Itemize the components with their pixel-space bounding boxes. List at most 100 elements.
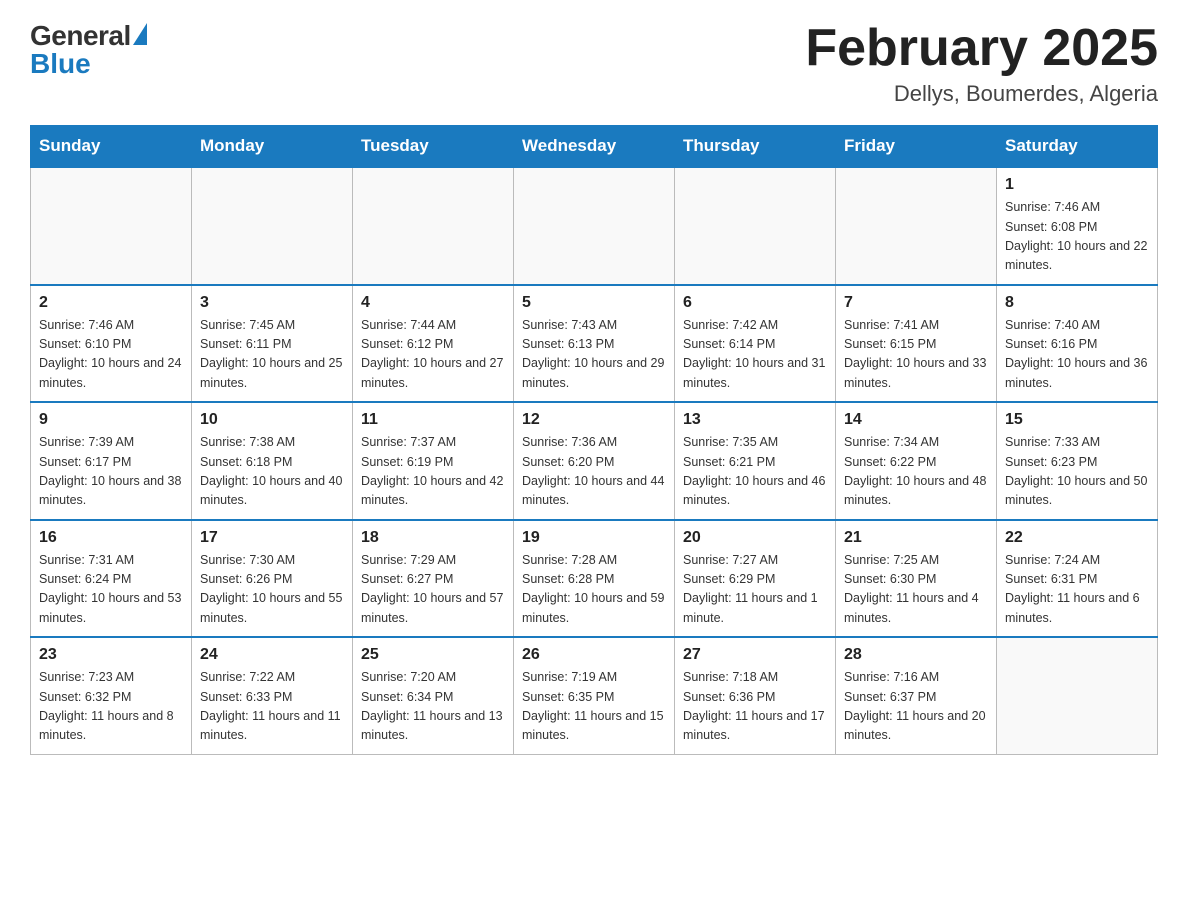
calendar-cell: 20Sunrise: 7:27 AMSunset: 6:29 PMDayligh… <box>675 520 836 638</box>
day-info: Sunrise: 7:20 AMSunset: 6:34 PMDaylight:… <box>361 668 505 746</box>
day-info: Sunrise: 7:28 AMSunset: 6:28 PMDaylight:… <box>522 551 666 629</box>
month-title: February 2025 <box>805 20 1158 77</box>
day-number: 3 <box>200 294 344 312</box>
day-info: Sunrise: 7:34 AMSunset: 6:22 PMDaylight:… <box>844 433 988 511</box>
day-number: 16 <box>39 529 183 547</box>
day-info: Sunrise: 7:46 AMSunset: 6:08 PMDaylight:… <box>1005 198 1149 276</box>
day-number: 28 <box>844 646 988 664</box>
calendar-cell: 19 Sunrise: 7:28 AMSunset: 6:28 PMDayligh… <box>514 520 675 638</box>
calendar-cell <box>997 637 1158 754</box>
day-info: Sunrise: 7:22 AMSunset: 6:33 PMDaylight:… <box>200 668 344 746</box>
day-number: 7 <box>844 294 988 312</box>
day-info: Sunrise: 7:41 AMSunset: 6:15 PMDaylight:… <box>844 316 988 394</box>
calendar-cell: 17 Sunrise: 7:30 AMSunset: 6:26 PMDayligh… <box>192 520 353 638</box>
calendar-week-row: 1 Sunrise: 7:46 AMSunset: 6:08 PMDaylight… <box>31 167 1158 285</box>
day-info: Sunrise: 7:19 AMSunset: 6:35 PMDaylight:… <box>522 668 666 746</box>
day-number: 8 <box>1005 294 1149 312</box>
day-number: 13 <box>683 411 827 429</box>
calendar-cell <box>836 167 997 285</box>
logo-blue-text: Blue <box>30 48 91 80</box>
day-number: 27 <box>683 646 827 664</box>
calendar-cell: 12 Sunrise: 7:36 AMSunset: 6:20 PMDayligh… <box>514 402 675 520</box>
day-number: 26 <box>522 646 666 664</box>
page-header: General Blue February 2025 Dellys, Boume… <box>30 20 1158 107</box>
day-number: 10 <box>200 411 344 429</box>
day-info: Sunrise: 7:24 AMSunset: 6:31 PMDaylight:… <box>1005 551 1149 629</box>
day-number: 9 <box>39 411 183 429</box>
calendar-cell: 6 Sunrise: 7:42 AMSunset: 6:14 PMDaylight… <box>675 285 836 403</box>
calendar-cell: 18 Sunrise: 7:29 AMSunset: 6:27 PMDayligh… <box>353 520 514 638</box>
day-info: Sunrise: 7:33 AMSunset: 6:23 PMDaylight:… <box>1005 433 1149 511</box>
day-info: Sunrise: 7:37 AMSunset: 6:19 PMDaylight:… <box>361 433 505 511</box>
day-info: Sunrise: 7:35 AMSunset: 6:21 PMDaylight:… <box>683 433 827 511</box>
day-info: Sunrise: 7:36 AMSunset: 6:20 PMDaylight:… <box>522 433 666 511</box>
day-number: 2 <box>39 294 183 312</box>
day-info: Sunrise: 7:42 AMSunset: 6:14 PMDaylight:… <box>683 316 827 394</box>
day-info: Sunrise: 7:46 AMSunset: 6:10 PMDaylight:… <box>39 316 183 394</box>
day-info: Sunrise: 7:16 AMSunset: 6:37 PMDaylight:… <box>844 668 988 746</box>
calendar-table: SundayMondayTuesdayWednesdayThursdayFrid… <box>30 125 1158 755</box>
calendar-cell: 14 Sunrise: 7:34 AMSunset: 6:22 PMDayligh… <box>836 402 997 520</box>
day-number: 11 <box>361 411 505 429</box>
calendar-week-row: 23 Sunrise: 7:23 AMSunset: 6:32 PMDayligh… <box>31 637 1158 754</box>
calendar-cell: 16 Sunrise: 7:31 AMSunset: 6:24 PMDayligh… <box>31 520 192 638</box>
calendar-cell: 13 Sunrise: 7:35 AMSunset: 6:21 PMDayligh… <box>675 402 836 520</box>
calendar-cell: 26 Sunrise: 7:19 AMSunset: 6:35 PMDayligh… <box>514 637 675 754</box>
calendar-day-header: Thursday <box>675 126 836 168</box>
calendar-week-row: 2 Sunrise: 7:46 AMSunset: 6:10 PMDaylight… <box>31 285 1158 403</box>
calendar-cell: 15 Sunrise: 7:33 AMSunset: 6:23 PMDayligh… <box>997 402 1158 520</box>
calendar-cell: 4Sunrise: 7:44 AMSunset: 6:12 PMDaylight… <box>353 285 514 403</box>
calendar-cell: 5 Sunrise: 7:43 AMSunset: 6:13 PMDaylight… <box>514 285 675 403</box>
calendar-header-row: SundayMondayTuesdayWednesdayThursdayFrid… <box>31 126 1158 168</box>
calendar-cell <box>31 167 192 285</box>
calendar-day-header: Friday <box>836 126 997 168</box>
day-number: 14 <box>844 411 988 429</box>
calendar-cell: 7 Sunrise: 7:41 AMSunset: 6:15 PMDaylight… <box>836 285 997 403</box>
calendar-cell: 8 Sunrise: 7:40 AMSunset: 6:16 PMDaylight… <box>997 285 1158 403</box>
logo-triangle-icon <box>133 23 147 45</box>
day-info: Sunrise: 7:30 AMSunset: 6:26 PMDaylight:… <box>200 551 344 629</box>
day-number: 20 <box>683 529 827 547</box>
calendar-day-header: Monday <box>192 126 353 168</box>
day-info: Sunrise: 7:43 AMSunset: 6:13 PMDaylight:… <box>522 316 666 394</box>
day-info: Sunrise: 7:31 AMSunset: 6:24 PMDaylight:… <box>39 551 183 629</box>
day-number: 24 <box>200 646 344 664</box>
day-info: Sunrise: 7:38 AMSunset: 6:18 PMDaylight:… <box>200 433 344 511</box>
day-info: Sunrise: 7:18 AMSunset: 6:36 PMDaylight:… <box>683 668 827 746</box>
calendar-cell: 1 Sunrise: 7:46 AMSunset: 6:08 PMDaylight… <box>997 167 1158 285</box>
calendar-cell: 25 Sunrise: 7:20 AMSunset: 6:34 PMDayligh… <box>353 637 514 754</box>
day-number: 12 <box>522 411 666 429</box>
calendar-cell: 27 Sunrise: 7:18 AMSunset: 6:36 PMDayligh… <box>675 637 836 754</box>
day-info: Sunrise: 7:29 AMSunset: 6:27 PMDaylight:… <box>361 551 505 629</box>
calendar-cell: 10 Sunrise: 7:38 AMSunset: 6:18 PMDayligh… <box>192 402 353 520</box>
calendar-cell: 22 Sunrise: 7:24 AMSunset: 6:31 PMDayligh… <box>997 520 1158 638</box>
day-number: 17 <box>200 529 344 547</box>
day-info: Sunrise: 7:23 AMSunset: 6:32 PMDaylight:… <box>39 668 183 746</box>
calendar-day-header: Sunday <box>31 126 192 168</box>
day-number: 25 <box>361 646 505 664</box>
calendar-cell: 24 Sunrise: 7:22 AMSunset: 6:33 PMDayligh… <box>192 637 353 754</box>
day-number: 19 <box>522 529 666 547</box>
location-title: Dellys, Boumerdes, Algeria <box>805 81 1158 107</box>
day-number: 18 <box>361 529 505 547</box>
day-number: 4 <box>361 294 505 312</box>
calendar-cell: 9 Sunrise: 7:39 AMSunset: 6:17 PMDaylight… <box>31 402 192 520</box>
day-number: 23 <box>39 646 183 664</box>
day-number: 21 <box>844 529 988 547</box>
calendar-cell: 11 Sunrise: 7:37 AMSunset: 6:19 PMDayligh… <box>353 402 514 520</box>
day-number: 1 <box>1005 176 1149 194</box>
calendar-cell <box>192 167 353 285</box>
calendar-cell: 28 Sunrise: 7:16 AMSunset: 6:37 PMDayligh… <box>836 637 997 754</box>
calendar-cell: 3Sunrise: 7:45 AMSunset: 6:11 PMDaylight… <box>192 285 353 403</box>
day-number: 22 <box>1005 529 1149 547</box>
day-info: Sunrise: 7:39 AMSunset: 6:17 PMDaylight:… <box>39 433 183 511</box>
day-number: 6 <box>683 294 827 312</box>
day-number: 15 <box>1005 411 1149 429</box>
calendar-cell <box>353 167 514 285</box>
calendar-cell: 21Sunrise: 7:25 AMSunset: 6:30 PMDayligh… <box>836 520 997 638</box>
calendar-cell: 23 Sunrise: 7:23 AMSunset: 6:32 PMDayligh… <box>31 637 192 754</box>
logo: General Blue <box>30 20 147 80</box>
title-section: February 2025 Dellys, Boumerdes, Algeria <box>805 20 1158 107</box>
day-info: Sunrise: 7:40 AMSunset: 6:16 PMDaylight:… <box>1005 316 1149 394</box>
day-number: 5 <box>522 294 666 312</box>
